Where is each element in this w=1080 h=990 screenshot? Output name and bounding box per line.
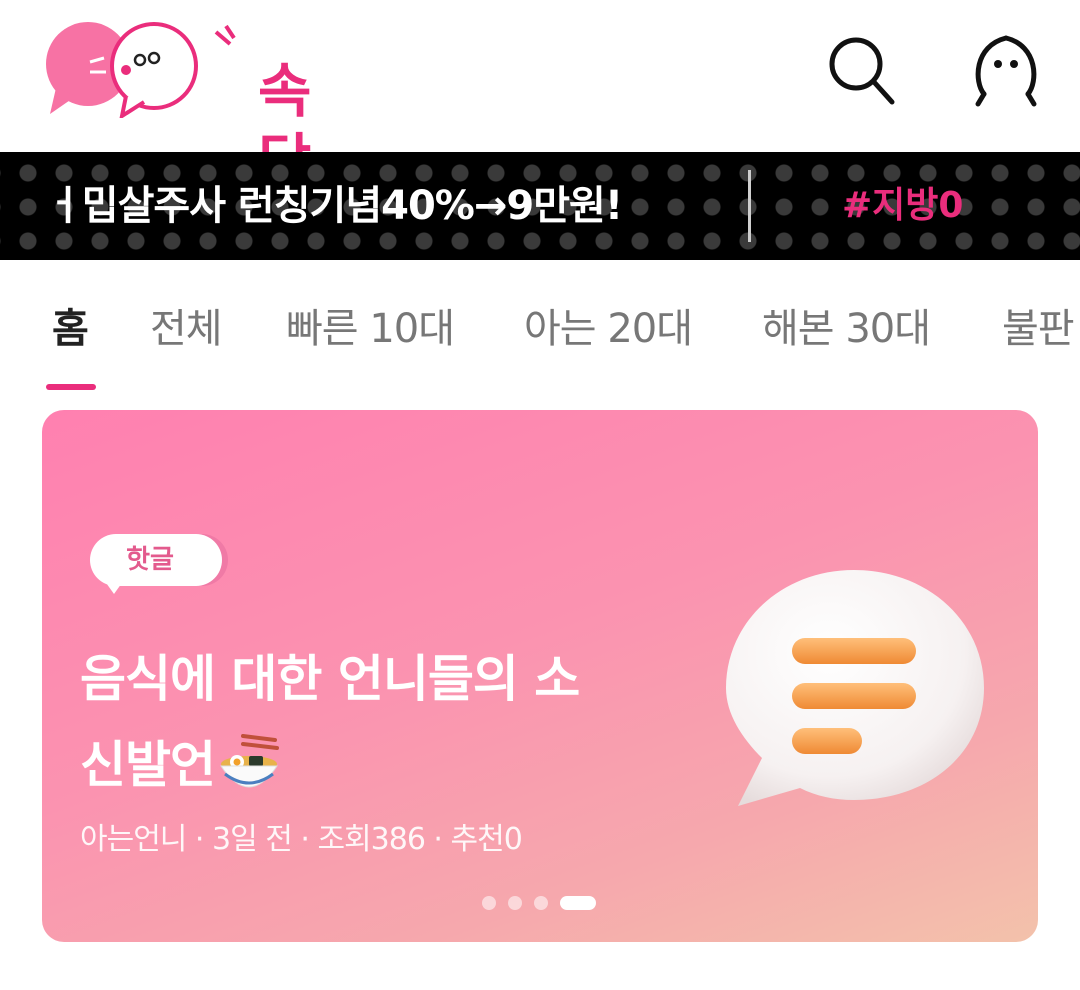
badge-tail (104, 580, 124, 594)
search-button[interactable] (826, 32, 898, 108)
banner-title[interactable]: 음식에 대한 언니들의 소 신발언 (80, 636, 700, 808)
banner-title-line1: 음식에 대한 언니들의 소 (80, 650, 580, 708)
pagination-dot[interactable] (482, 896, 496, 910)
promo-ticker[interactable]: ㅓ밉살주사 런칭기념40%→9만원! #지방0 (0, 152, 1080, 260)
app-logo[interactable]: 속닥 (46, 18, 346, 195)
tab-home[interactable]: 홈 (52, 304, 89, 354)
hot-badge: 핫글 (90, 534, 222, 586)
banner-meta: 아는언니 · 3일 전 · 조회386 · 추천0 (80, 822, 523, 857)
tab-20s[interactable]: 아는 20대 (524, 304, 693, 354)
profile-button[interactable] (970, 32, 1042, 108)
profile-icon (975, 35, 1037, 107)
pagination-dot[interactable] (508, 896, 522, 910)
active-tab-indicator (46, 384, 96, 390)
search-icon (829, 37, 895, 105)
ticker-divider (748, 170, 751, 242)
banner-title-line2: 신발언 (80, 736, 216, 794)
ticker-text[interactable]: ㅓ밉살주사 런칭기념40%→9만원! (46, 182, 623, 230)
tab-bulpan[interactable]: 불판 (1002, 304, 1075, 354)
hot-badge-label: 핫글 (126, 545, 174, 575)
app-header: 속닥 (0, 0, 1080, 195)
ramen-bowl-emoji (220, 734, 279, 788)
chat-bubble-icon (726, 570, 984, 806)
tab-30s[interactable]: 해본 30대 (762, 304, 931, 354)
hot-post-banner[interactable]: 핫글 음식에 대한 언니들의 소 신발언 아는언니 · 3일 전 · 조회386… (42, 410, 1038, 942)
ticker-hashtag[interactable]: #지방0 (842, 184, 963, 228)
pagination-dot-active[interactable] (560, 896, 596, 910)
tab-all[interactable]: 전체 (150, 304, 223, 354)
tab-10s[interactable]: 빠른 10대 (286, 304, 455, 354)
pagination-dot[interactable] (534, 896, 548, 910)
category-tabs: 홈 전체 빠른 10대 아는 20대 해본 30대 불판 (0, 260, 1080, 390)
